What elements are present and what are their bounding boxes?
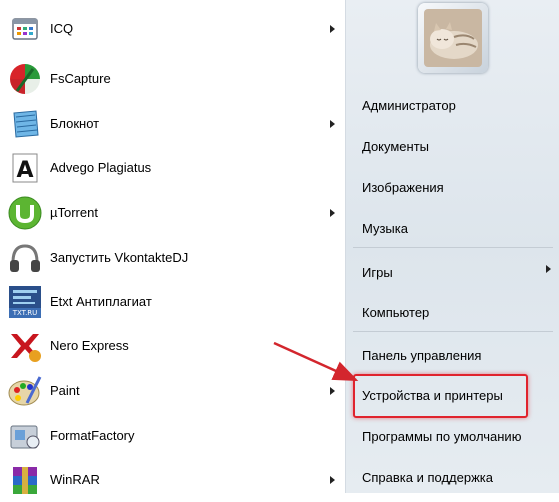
red-arrow-icon — [273, 341, 359, 382]
